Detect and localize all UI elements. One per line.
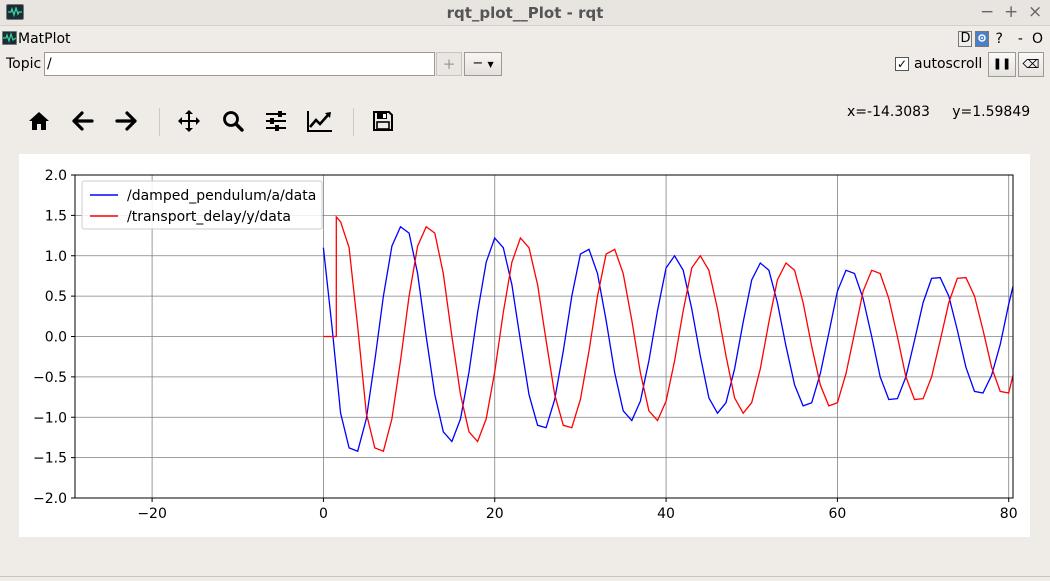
pan-icon[interactable]	[172, 104, 206, 138]
autoscroll-checkbox[interactable]: ✓	[895, 57, 909, 71]
save-icon[interactable]	[366, 104, 400, 138]
y-tick-label: 0.5	[45, 289, 67, 305]
line-chart[interactable]: −20 0 20 40 60 80 −2.0 −1.5 −1.0 −0.5 0.0 0.5 1.0 1.5…	[19, 154, 1030, 537]
back-icon[interactable]	[66, 104, 100, 138]
clear-button[interactable]: ⌫	[1018, 52, 1044, 77]
dock-d-button[interactable]: D	[958, 31, 973, 47]
x-tick-label: −20	[137, 506, 167, 522]
close-plugin-button[interactable]: O	[1029, 31, 1046, 47]
add-topic-button[interactable]: +	[436, 52, 462, 76]
x-tick-label: 40	[657, 506, 675, 522]
window-title: rqt_plot__Plot - rqt	[446, 4, 604, 22]
cursor-x: x=-14.3083	[847, 104, 930, 120]
maximize-button[interactable]: +	[1004, 2, 1018, 22]
remove-topic-button[interactable]: − ▼	[464, 52, 502, 76]
cursor-coordinates: x=-14.3083 y=1.59849	[847, 104, 1030, 120]
plugin-title: MatPlot	[18, 31, 71, 47]
y-tick-label: −1.5	[33, 451, 67, 467]
status-border	[0, 576, 1050, 577]
home-icon[interactable]	[22, 104, 56, 138]
series-line-1	[323, 215, 1014, 453]
x-tick-label: 0	[319, 506, 328, 522]
autoscroll-toggle[interactable]: ✓ autoscroll	[895, 56, 982, 72]
close-button[interactable]: ×	[1028, 2, 1042, 22]
x-tick-label: 60	[828, 506, 846, 522]
y-tick-label: 1.5	[45, 208, 67, 224]
y-tick-label: 0.0	[45, 330, 67, 346]
toolbar-separator	[159, 108, 160, 136]
y-tick-label: −1.0	[33, 410, 67, 426]
remove-topic-label: −	[472, 56, 484, 71]
pause-button[interactable]: ❚❚	[988, 52, 1016, 77]
plot-toolbar	[20, 104, 420, 144]
legend-label: /transport_delay/y/data	[127, 209, 291, 225]
cursor-y: y=1.59849	[952, 104, 1031, 120]
topic-label: Topic	[6, 56, 42, 72]
topic-input[interactable]	[44, 52, 435, 76]
window-titlebar: rqt_plot__Plot - rqt − + ×	[0, 0, 1050, 26]
edit-axis-icon[interactable]	[303, 104, 337, 138]
configure-icon[interactable]	[975, 31, 990, 47]
plugin-header: MatPlot D ? - O	[0, 30, 1050, 50]
zoom-icon[interactable]	[216, 104, 250, 138]
hide-button[interactable]: -	[1015, 31, 1026, 47]
subplots-icon[interactable]	[259, 104, 293, 138]
x-tick-label: 20	[486, 506, 504, 522]
chevron-down-icon: ▼	[487, 60, 494, 69]
matplot-icon	[2, 31, 17, 45]
legend-label: /damped_pendulum/a/data	[127, 188, 316, 204]
topic-bar: Topic + − ▼ ✓ autoscroll ❚❚ ⌫	[0, 52, 1050, 78]
help-button[interactable]: ?	[992, 31, 1005, 47]
minimize-button[interactable]: −	[980, 2, 994, 22]
y-tick-label: 2.0	[45, 168, 67, 184]
x-tick-label: 80	[1000, 506, 1018, 522]
autoscroll-label: autoscroll	[914, 56, 983, 72]
y-tick-label: −2.0	[33, 491, 67, 507]
plot-canvas[interactable]: −20 0 20 40 60 80 −2.0 −1.5 −1.0 −0.5 0.0 0.5 1.0 1.5…	[19, 154, 1030, 537]
toolbar-separator	[353, 108, 354, 136]
y-tick-label: −0.5	[33, 370, 67, 386]
y-tick-label: 1.0	[45, 249, 67, 265]
forward-icon[interactable]	[109, 104, 143, 138]
